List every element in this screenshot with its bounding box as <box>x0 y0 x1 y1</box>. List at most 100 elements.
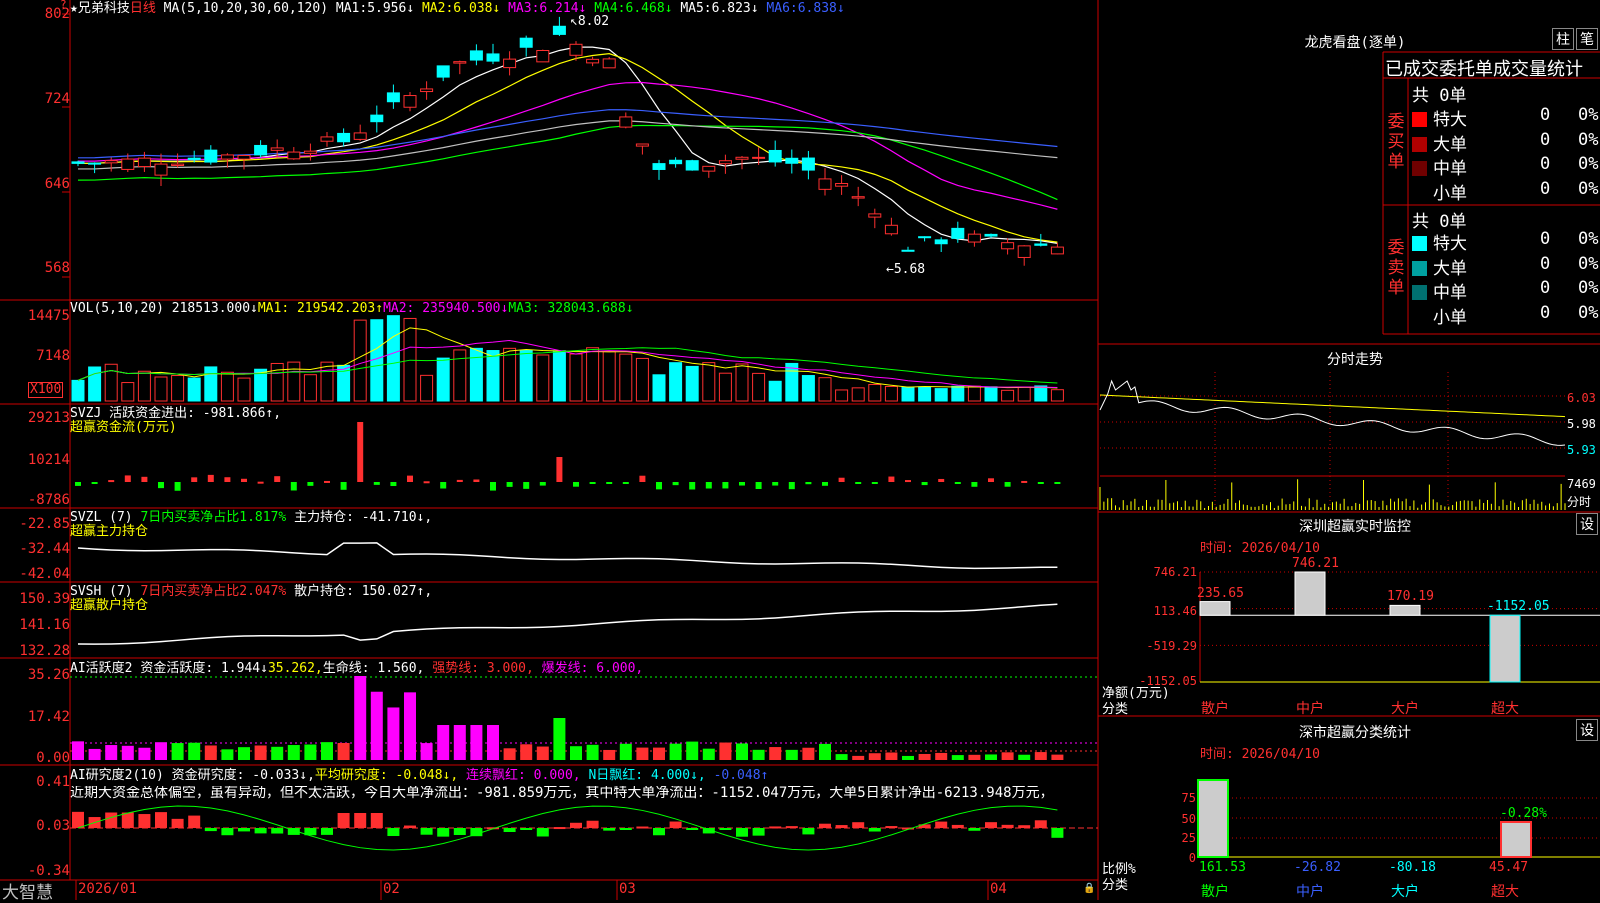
research-bar <box>121 812 134 828</box>
activity-bar <box>155 742 167 760</box>
flow-bar <box>274 476 281 482</box>
candle-body <box>918 236 932 239</box>
sell-side-label: 委卖单 <box>1384 238 1408 298</box>
activity-bar <box>902 755 914 760</box>
classify-bar <box>1197 779 1229 858</box>
monitor-bar-label: 235.65 <box>1197 585 1244 601</box>
stock-name[interactable]: ★兄弟科技 <box>70 1 130 16</box>
side-char: 委 <box>1387 238 1405 258</box>
ai1-y-tick: 35.26 <box>27 667 70 683</box>
volume-bar <box>71 379 85 402</box>
classify-pct-label: -0.28% <box>1500 806 1547 821</box>
flow-bar <box>1054 482 1061 484</box>
flow-bar <box>805 482 812 485</box>
activity-bar <box>935 752 948 760</box>
classify-settings-button[interactable]: 设 <box>1576 719 1598 741</box>
flow-bar <box>307 482 314 486</box>
intraday-price-tick: 5.93 <box>1567 443 1596 457</box>
volume-bar <box>88 366 102 402</box>
activity-bar <box>271 746 284 760</box>
activity-bar <box>570 746 582 760</box>
flow-bar <box>871 482 878 484</box>
lhb-row: 小单 0 0% <box>1412 303 1598 328</box>
volume-bar <box>270 362 284 402</box>
lhb-row: 小单 0 0% <box>1412 179 1598 204</box>
volume-bar <box>1017 386 1031 402</box>
flow-bar <box>373 482 380 485</box>
flow-bar <box>1037 482 1044 484</box>
ai1-d: 强势线: 3.000, <box>432 661 534 676</box>
volume-bar <box>901 386 915 402</box>
research-bar <box>603 828 616 831</box>
research-bar <box>271 828 284 834</box>
volume-bars <box>71 315 1064 402</box>
flow-bar <box>822 482 828 486</box>
classify-time: 时间: 2026/04/10 <box>1200 747 1320 762</box>
pen-mode-button[interactable]: 笔 <box>1576 28 1598 50</box>
volume-bar <box>752 372 766 402</box>
candle-body <box>851 196 865 199</box>
flow-bar <box>124 475 131 482</box>
monitor-settings-button[interactable]: 设 <box>1576 513 1598 535</box>
classify-category: 大户 <box>1391 884 1419 900</box>
flow-bar <box>988 478 994 482</box>
lock-icon[interactable]: 🔒 <box>1083 883 1095 894</box>
intraday-chart <box>1099 372 1566 510</box>
candle-body <box>486 53 500 62</box>
row-pct: 0% <box>1578 178 1599 199</box>
volume-bar <box>287 361 301 402</box>
row-count: 0 <box>1540 154 1551 174</box>
candle-body <box>835 183 849 187</box>
svzj-y-tick: 10214 <box>27 452 70 468</box>
activity-bar <box>72 741 84 760</box>
period-label[interactable]: 日线 <box>130 1 156 16</box>
chart-canvas[interactable] <box>0 0 1600 900</box>
intraday-title: 分时走势 <box>1327 352 1383 368</box>
date-label: 2026/01 <box>78 881 138 897</box>
activity-bar <box>470 725 483 760</box>
research-bar <box>686 828 699 830</box>
volume-bar <box>652 374 666 402</box>
volume-bar <box>503 347 517 402</box>
ma-line <box>77 46 1058 244</box>
research-bar <box>254 828 267 834</box>
flow-bar <box>158 482 164 489</box>
svzl-y-tick: -32.44 <box>19 541 70 557</box>
volume-bar <box>967 385 981 402</box>
svsh-line-path <box>77 603 1058 645</box>
ma-line <box>77 53 1058 243</box>
activity-bar <box>885 752 898 760</box>
ai1-c: 生命线: 1.560, <box>322 661 425 676</box>
candle-body <box>519 37 533 48</box>
svzl-desc2: 主力持仓: -41.710↓, <box>294 510 433 525</box>
research-bar <box>985 822 997 828</box>
ai1-y-tick: 0.00 <box>36 750 70 766</box>
research-bar <box>171 818 184 828</box>
research-bar <box>188 815 201 828</box>
classify-category: 超大 <box>1491 884 1519 900</box>
bar-mode-button[interactable]: 柱 <box>1552 28 1574 50</box>
row-name: 小单 <box>1433 307 1467 328</box>
activity-bar <box>304 744 317 760</box>
research-bar <box>885 826 898 829</box>
flow-bar <box>639 475 646 482</box>
volume-bar <box>1034 385 1048 402</box>
flow-bar <box>456 479 463 482</box>
color-swatch <box>1412 185 1427 201</box>
volume-bar <box>602 351 616 402</box>
activity-bar <box>138 747 151 760</box>
research-bar <box>819 823 831 828</box>
flow-bar <box>672 482 679 486</box>
monitor-bar <box>1199 601 1231 616</box>
activity-bar <box>736 743 748 760</box>
svzj-title: SVZJ <box>70 406 102 421</box>
vol-value: 218513.000↓ <box>171 301 258 316</box>
vol-unit-badge[interactable]: X100 <box>28 382 64 398</box>
candle-body <box>386 92 400 103</box>
flow-bar <box>523 482 530 489</box>
research-bar <box>868 828 881 832</box>
volume-bar <box>718 372 732 402</box>
candle-body <box>536 49 550 63</box>
volume-bar <box>835 389 849 402</box>
flow-bar <box>174 482 181 491</box>
